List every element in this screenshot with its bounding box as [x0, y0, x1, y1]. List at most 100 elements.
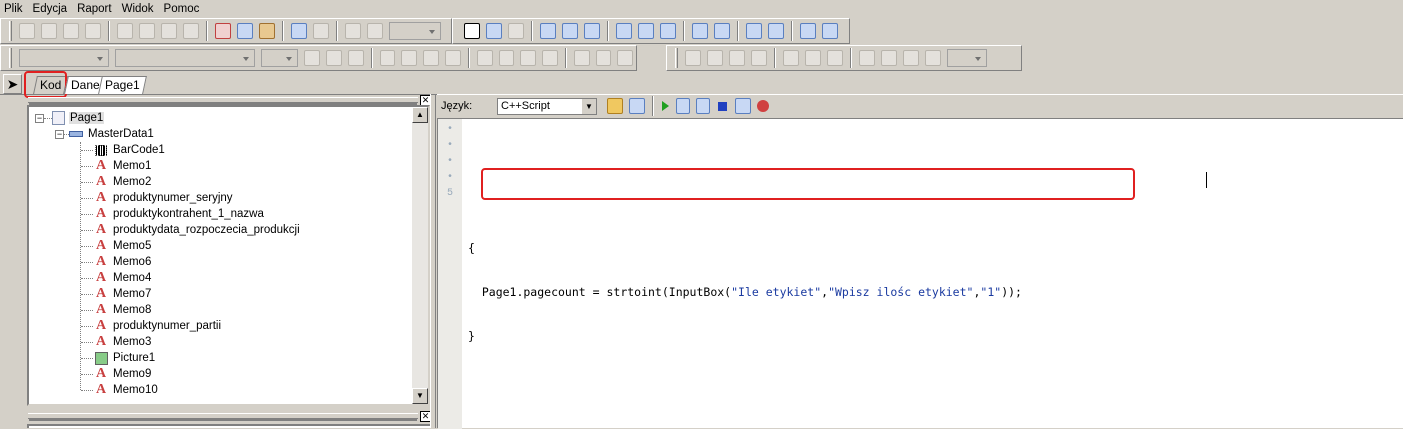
frame-left-icon[interactable] — [729, 50, 745, 66]
frame-all-icon[interactable] — [783, 50, 799, 66]
step-into-icon[interactable] — [676, 98, 690, 114]
tree-node[interactable]: Aproduktydata_rozpoczecia_produkcji — [81, 222, 415, 238]
frame-width-combo[interactable] — [947, 49, 987, 67]
text-bottom-icon[interactable] — [617, 50, 634, 66]
page-settings-icon[interactable] — [183, 23, 199, 39]
tree-node[interactable]: A Memo3 — [81, 334, 415, 350]
fill-color-icon[interactable] — [859, 50, 875, 66]
code-editor[interactable]: • • • • 5 { Page1.pagecount = strtoint(I… — [437, 118, 1403, 429]
snap-to-grid-icon[interactable] — [486, 23, 502, 39]
font-size-combo[interactable] — [261, 49, 299, 67]
splitter[interactable] — [430, 94, 436, 428]
center-horizontal-icon[interactable] — [746, 23, 762, 39]
new-icon[interactable] — [19, 23, 35, 39]
evaluate-icon[interactable] — [735, 98, 751, 114]
menu-edycja[interactable]: Edycja — [33, 3, 68, 15]
breakpoint-icon[interactable] — [757, 100, 769, 112]
highlight-icon[interactable] — [423, 50, 439, 66]
run-icon[interactable] — [662, 101, 669, 111]
tree-node[interactable]: A Memo7 — [81, 286, 415, 302]
redo-icon[interactable] — [313, 23, 329, 39]
language-select[interactable]: C++Script ▼ — [497, 97, 597, 115]
tree-node[interactable]: A Memo4 — [81, 270, 415, 286]
undo-icon[interactable] — [291, 23, 307, 39]
tree-node-masterdata1[interactable]: − MasterData1 — [35, 126, 415, 142]
frame-none-icon[interactable] — [805, 50, 821, 66]
tree-node[interactable]: Aproduktynumer_partii — [81, 318, 415, 334]
save-icon[interactable] — [63, 23, 79, 39]
select-tool-icon[interactable]: ➤ — [3, 74, 22, 94]
text-middle-icon[interactable] — [595, 50, 612, 66]
save-file-icon[interactable] — [629, 98, 645, 114]
italic-icon[interactable] — [326, 50, 342, 66]
frame-edit-icon[interactable] — [827, 50, 843, 66]
tree-scrollbar[interactable]: ▲ ▼ — [412, 107, 428, 404]
font-color-icon[interactable] — [401, 50, 418, 66]
new-page-icon[interactable] — [117, 23, 133, 39]
align-center-icon[interactable] — [562, 23, 578, 39]
space-vertical-icon[interactable] — [714, 23, 730, 39]
align-top-icon[interactable] — [616, 23, 632, 39]
tree-node[interactable]: Aproduktykontrahent_1_nazwa — [81, 206, 415, 222]
tree-node-page1[interactable]: − Page1 — [35, 110, 415, 126]
tree-node[interactable]: Aproduktynumer_seryjny — [81, 190, 415, 206]
menu-pomoc[interactable]: Pomoc — [164, 3, 200, 15]
tree-node[interactable]: A Memo6 — [81, 254, 415, 270]
menu-plik[interactable]: Plik — [4, 3, 23, 15]
group-icon[interactable] — [345, 23, 361, 39]
text-align-center-icon[interactable] — [498, 50, 515, 66]
text-justify-icon[interactable] — [542, 50, 558, 66]
center-vertical-icon[interactable] — [768, 23, 784, 39]
new-dialog-icon[interactable] — [139, 23, 155, 39]
align-bottom-icon[interactable] — [660, 23, 676, 39]
style-combo[interactable] — [18, 49, 110, 67]
tree-node[interactable]: A Memo2 — [81, 174, 415, 190]
paste-icon[interactable] — [259, 23, 275, 39]
scroll-down-button[interactable]: ▼ — [412, 388, 428, 404]
frame-right-icon[interactable] — [751, 50, 767, 66]
cut-icon[interactable] — [215, 23, 231, 39]
font-name-combo[interactable] — [115, 49, 255, 67]
menu-widok[interactable]: Widok — [122, 3, 154, 15]
align-left-icon[interactable] — [540, 23, 556, 39]
zoom-combo[interactable] — [389, 22, 441, 40]
step-over-icon[interactable] — [696, 98, 710, 114]
align-right-icon[interactable] — [584, 23, 600, 39]
text-top-icon[interactable] — [573, 50, 590, 66]
text-align-left-icon[interactable] — [476, 50, 493, 66]
toolbar-grip[interactable] — [675, 48, 678, 68]
code-text[interactable]: { Page1.pagecount = strtoint(InputBox("I… — [468, 124, 1022, 372]
tree-node[interactable]: Picture1 — [81, 350, 415, 366]
underline-icon[interactable] — [347, 50, 364, 66]
same-height-icon[interactable] — [822, 23, 838, 39]
delete-page-icon[interactable] — [161, 23, 177, 39]
chevron-down-icon[interactable]: ▼ — [582, 98, 596, 114]
tab-page1[interactable]: Page1 — [98, 76, 147, 94]
tree-node[interactable]: A Memo10 — [81, 382, 415, 398]
frame-bottom-icon[interactable] — [707, 50, 723, 66]
tree-node[interactable]: A Memo9 — [81, 366, 415, 382]
open-file-icon[interactable] — [607, 98, 623, 114]
toolbar-grip[interactable] — [9, 48, 12, 68]
tree-node[interactable]: A Memo5 — [81, 238, 415, 254]
collapse-icon[interactable]: − — [35, 113, 44, 123]
panel-grip[interactable] — [28, 97, 418, 103]
tree-node[interactable]: A Memo1 — [81, 158, 415, 174]
text-align-right-icon[interactable] — [520, 50, 537, 66]
grid-icon[interactable] — [464, 23, 480, 39]
tree-node[interactable]: A Memo8 — [81, 302, 415, 318]
toolbar-grip[interactable] — [9, 21, 12, 41]
fit-grid-icon[interactable] — [508, 23, 524, 39]
panel-grip[interactable] — [28, 413, 418, 419]
space-horizontal-icon[interactable] — [692, 23, 708, 39]
shadow-icon[interactable] — [881, 50, 897, 66]
frame-style-icon[interactable] — [925, 50, 941, 66]
rotate-icon[interactable] — [444, 50, 461, 66]
ungroup-icon[interactable] — [367, 23, 383, 39]
preview-icon[interactable] — [85, 23, 101, 39]
stop-icon[interactable] — [718, 101, 727, 111]
copy-icon[interactable] — [237, 23, 253, 39]
menu-raport[interactable]: Raport — [77, 3, 112, 15]
collapse-icon[interactable]: − — [55, 129, 64, 139]
font-icon[interactable] — [379, 50, 396, 66]
